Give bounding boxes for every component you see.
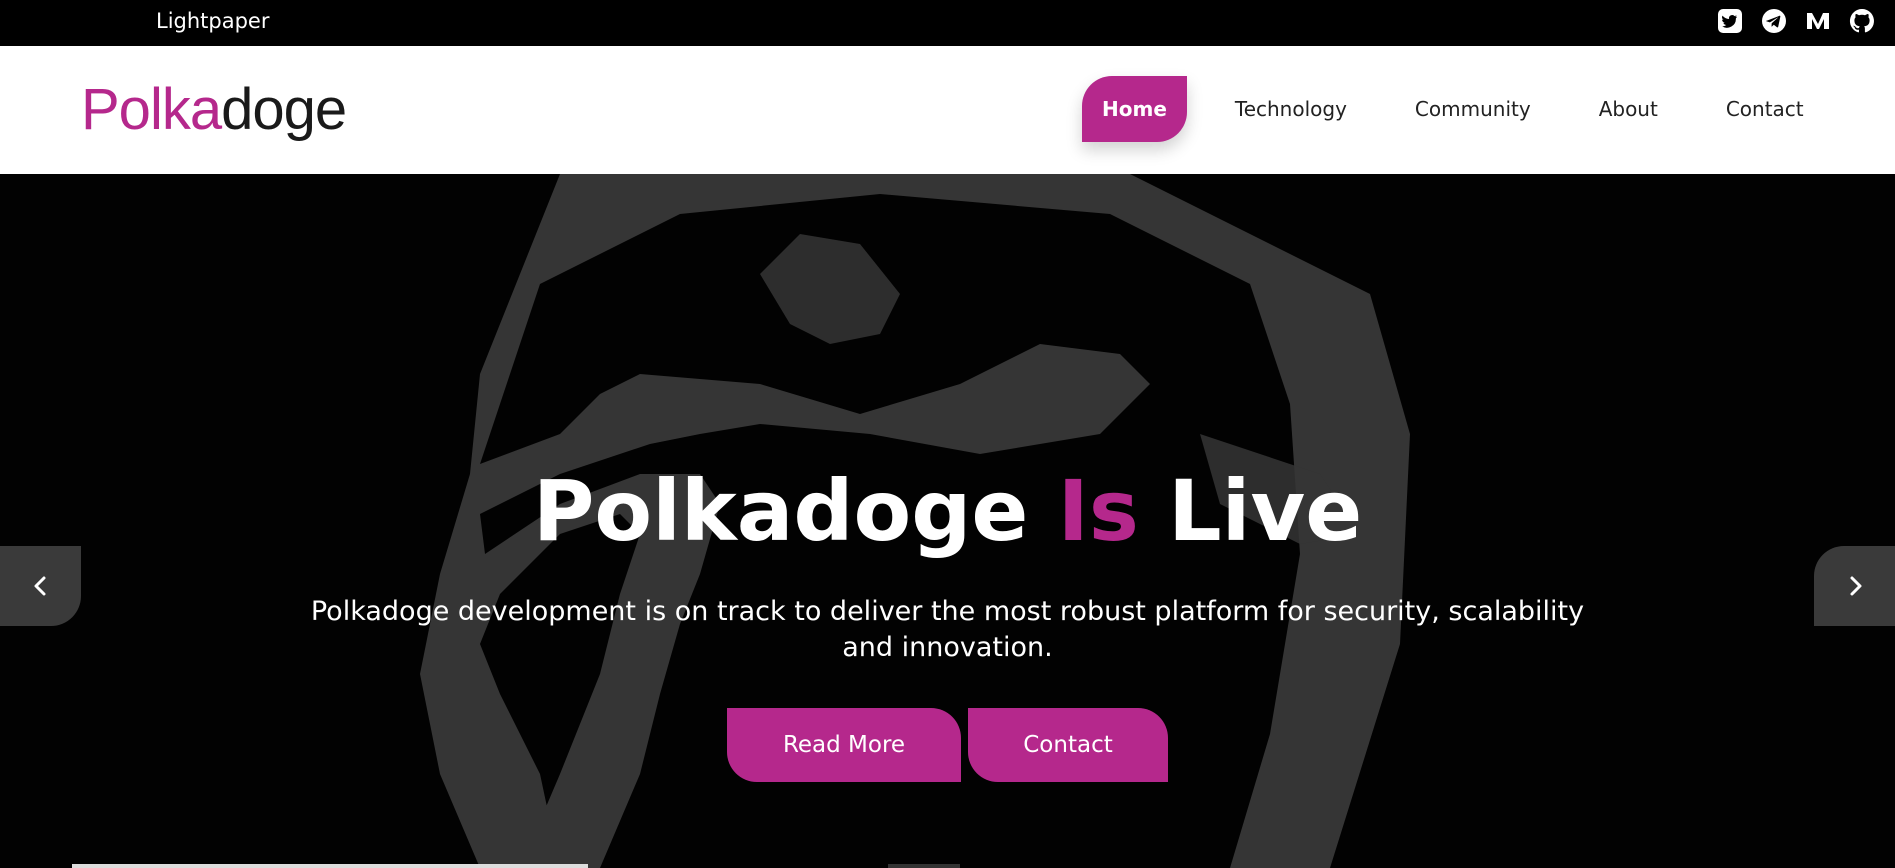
social-links (1717, 8, 1875, 34)
hero-slider: Polkadoge Is Live Polkadoge development … (0, 174, 1895, 868)
hero-title-post: Live (1138, 462, 1363, 560)
slider-indicator (888, 864, 960, 868)
hero-subtitle: Polkadoge development is on track to del… (310, 596, 1585, 663)
nav-home[interactable]: Home (1082, 76, 1187, 142)
nav-community[interactable]: Community (1415, 97, 1531, 121)
logo-part1: Polka (81, 77, 222, 142)
lightpaper-link[interactable]: Lightpaper (156, 9, 270, 33)
github-icon[interactable] (1849, 8, 1875, 34)
slider-progress-bar (72, 864, 588, 868)
medium-icon[interactable] (1805, 8, 1831, 34)
nav-about[interactable]: About (1599, 97, 1658, 121)
hero-title: Polkadoge Is Live (0, 462, 1895, 560)
top-bar: Lightpaper (0, 0, 1895, 46)
read-more-button[interactable]: Read More (727, 708, 961, 782)
site-header: Polkadoge Home Technology Community Abou… (0, 46, 1895, 174)
main-nav: Home Technology Community About Contact (1082, 76, 1804, 142)
logo-part2: doge (221, 77, 347, 142)
hero-title-pre: Polkadoge (532, 462, 1058, 560)
slider-next-button[interactable] (1814, 546, 1895, 626)
chevron-right-icon (1850, 576, 1861, 596)
chevron-left-icon (34, 576, 45, 596)
nav-contact[interactable]: Contact (1726, 97, 1804, 121)
telegram-icon[interactable] (1761, 8, 1787, 34)
slider-prev-button[interactable] (0, 546, 81, 626)
nav-technology[interactable]: Technology (1235, 97, 1347, 121)
polkadoge-logo[interactable]: Polkadoge (81, 76, 347, 143)
contact-button[interactable]: Contact (968, 708, 1168, 782)
twitter-icon[interactable] (1717, 8, 1743, 34)
hero-title-accent: Is (1057, 462, 1139, 560)
